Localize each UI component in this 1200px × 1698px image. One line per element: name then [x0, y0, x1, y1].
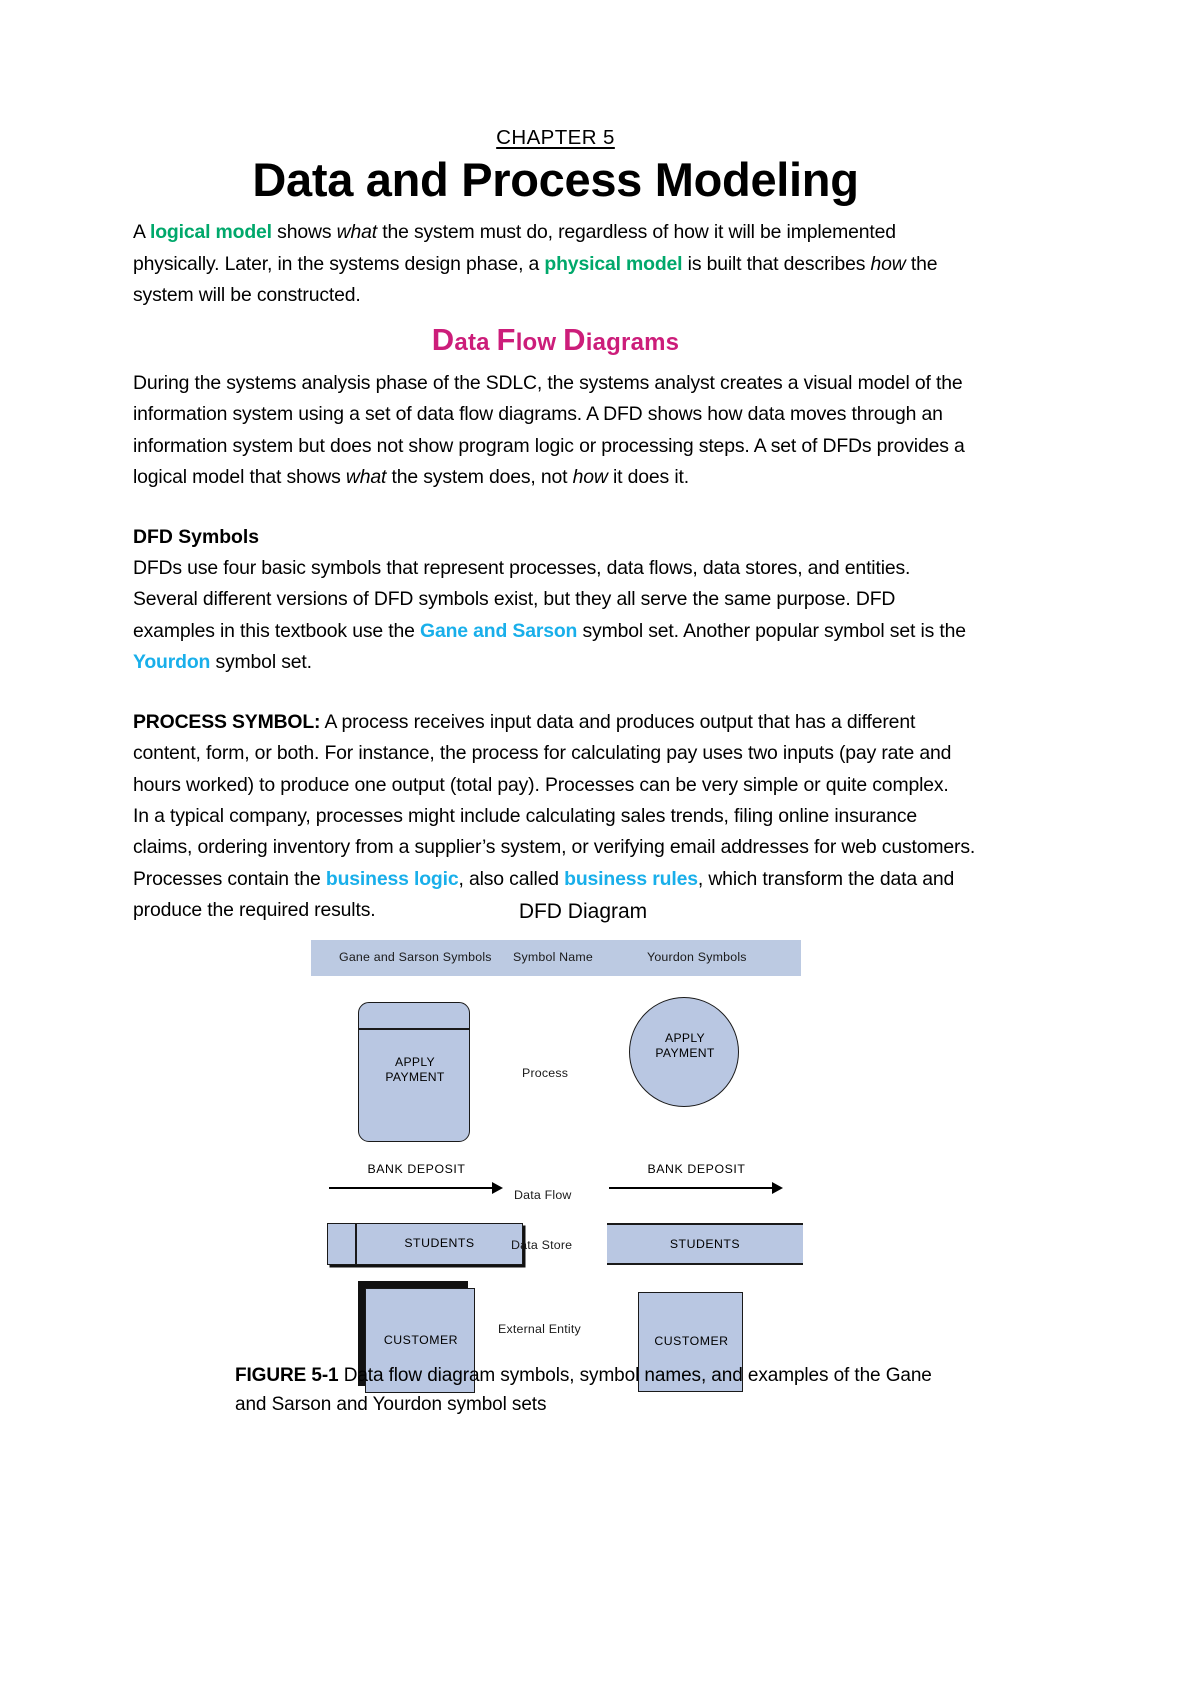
- emphasis-how: how: [870, 252, 906, 275]
- data-flow-arrow-line: [329, 1187, 493, 1189]
- term-business-rules: business rules: [564, 867, 698, 890]
- intro-text-1: A: [133, 221, 150, 244]
- figure-caption-label: FIGURE 5-1: [235, 1365, 339, 1386]
- term-physical-model: physical model: [544, 252, 683, 275]
- term-gane-and-sarson: Gane and Sarson: [420, 619, 578, 642]
- term-business-logic: business logic: [325, 867, 459, 890]
- dfd-symbols-text-2: symbol set. Another popular symbol set i…: [577, 619, 966, 642]
- symbol-name-external-entity: External Entity: [498, 1322, 581, 1336]
- intro-paragraph: A logical model shows what the system mu…: [133, 217, 978, 311]
- section-heading-rest-2: low: [515, 328, 564, 356]
- process-symbol-paragraph: PROCESS SYMBOL: A process receives input…: [133, 707, 978, 801]
- section-heading-rest-3: iagrams: [585, 328, 680, 356]
- dfd-symbol-table: Gane and Sarson Symbols Symbol Name Your…: [311, 940, 803, 1393]
- emphasis-what-2: what: [345, 466, 387, 489]
- yourdon-data-flow-symbol: BANK DEPOSIT: [609, 1162, 784, 1196]
- symbol-name-data-store: Data Store: [511, 1238, 573, 1252]
- yourdon-data-flow-label: BANK DEPOSIT: [647, 1162, 746, 1176]
- yourdon-process-label-line-1: APPLY: [665, 1031, 705, 1045]
- dfd-symbols-paragraph: DFDs use four basic symbols that represe…: [133, 553, 978, 679]
- symbol-name-process: Process: [522, 1066, 569, 1080]
- gane-sarson-process-symbol: APPLY PAYMENT: [358, 1002, 470, 1142]
- chapter-label-text: CHAPTER 5: [496, 126, 615, 149]
- yourdon-process-label: APPLY PAYMENT: [630, 1031, 740, 1062]
- emphasis-how-2: how: [572, 466, 608, 489]
- chapter-label: CHAPTER 5: [133, 126, 978, 149]
- symbol-name-data-flow: Data Flow: [514, 1188, 572, 1202]
- process-label-line-1: APPLY: [395, 1055, 435, 1069]
- data-flow-arrow-head-icon: [492, 1182, 503, 1194]
- process-symbol-2-text-2: , also called: [458, 867, 565, 890]
- intro-text-2: shows: [271, 221, 337, 244]
- page-title: Data and Process Modeling: [252, 152, 859, 206]
- yourdon-external-entity-label: CUSTOMER: [654, 1334, 729, 1348]
- document-body: CHAPTER 5 Data and Process Modeling A lo…: [133, 126, 978, 927]
- dfd-overview-text-2: the system does, not: [386, 466, 573, 489]
- gane-sarson-process-label: APPLY PAYMENT: [359, 1055, 471, 1086]
- process-label-line-2: PAYMENT: [385, 1070, 445, 1085]
- lead-in-process-symbol: PROCESS SYMBOL:: [133, 710, 321, 733]
- dfd-table-header-row: Gane and Sarson Symbols Symbol Name Your…: [311, 940, 801, 976]
- yourdon-process-symbol: APPLY PAYMENT: [629, 997, 739, 1107]
- document-page: CHAPTER 5 Data and Process Modeling A lo…: [0, 0, 1200, 1698]
- term-yourdon: Yourdon: [133, 651, 211, 674]
- section-heading-cap-f: F: [496, 321, 516, 357]
- section-heading-rest-1: ata: [454, 328, 497, 356]
- yourdon-data-store-symbol: STUDENTS: [607, 1223, 803, 1265]
- process-top-band: [358, 1028, 470, 1030]
- yourdon-process-label-line-2: PAYMENT: [655, 1046, 715, 1061]
- column-header-symbol-name: Symbol Name: [513, 950, 594, 964]
- gane-sarson-external-entity-label: CUSTOMER: [383, 1333, 459, 1347]
- emphasis-what: what: [336, 221, 378, 244]
- gane-sarson-data-flow-label: BANK DEPOSIT: [367, 1162, 466, 1176]
- section-heading-cap-d2: D: [563, 321, 586, 357]
- column-header-yourdon: Yourdon Symbols: [647, 950, 747, 964]
- yourdon-data-flow-arrow-head-icon: [772, 1182, 783, 1194]
- gane-sarson-data-flow-symbol: BANK DEPOSIT: [329, 1162, 504, 1196]
- yourdon-data-flow-arrow-line: [609, 1187, 773, 1189]
- term-logical-model: logical model: [149, 221, 272, 244]
- subheading-dfd-symbols: DFD Symbols: [133, 525, 260, 548]
- dfd-overview-paragraph: During the systems analysis phase of the…: [133, 368, 978, 494]
- gane-sarson-data-store-label: STUDENTS: [404, 1236, 475, 1250]
- dfd-overview-text-3: it does it.: [607, 466, 689, 489]
- figure-title: DFD Diagram: [518, 900, 648, 923]
- column-header-gane-and-sarson: Gane and Sarson Symbols: [339, 950, 492, 964]
- section-heading-cap-d1: D: [431, 321, 455, 357]
- dfd-symbols-text-3: symbol set.: [210, 651, 312, 674]
- figure-caption-text: Data flow diagram symbols, symbol names,…: [235, 1365, 932, 1415]
- yourdon-data-store-label: STUDENTS: [669, 1237, 741, 1251]
- figure-caption: FIGURE 5-1 Data flow diagram symbols, sy…: [235, 1362, 935, 1419]
- figure-5-1: DFD Diagram Gane and Sarson Symbols Symb…: [133, 900, 978, 1393]
- intro-text-4: is built that describes: [682, 252, 871, 275]
- section-heading-data-flow-diagrams: Data Flow Diagrams: [133, 321, 978, 358]
- gane-sarson-data-store-symbol: STUDENTS: [327, 1223, 523, 1265]
